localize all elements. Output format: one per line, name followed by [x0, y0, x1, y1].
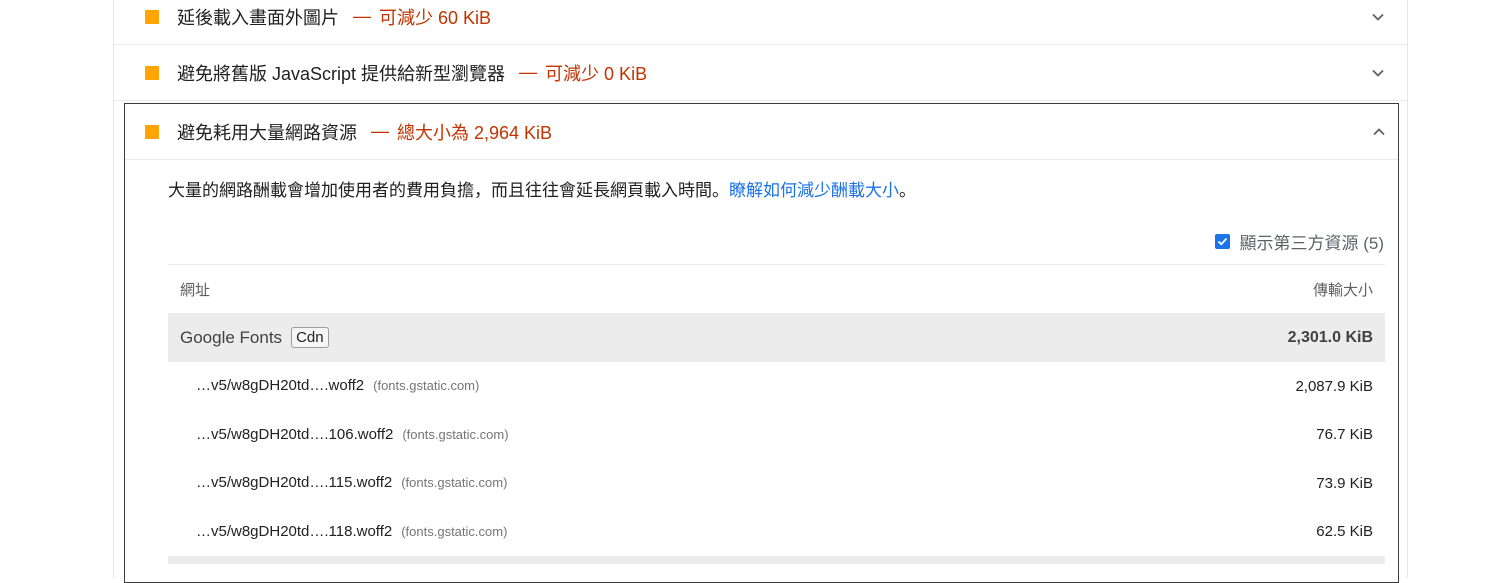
audit-description: 大量的網路酬載會增加使用者的費用負擔，而且往往會延長網頁載入時間。瞭解如何減少酬…	[168, 176, 916, 201]
column-url: 網址	[180, 281, 211, 299]
resource-host: (fonts.gstatic.com)	[402, 426, 509, 442]
resource-size: 73.9 KiB	[1316, 474, 1373, 492]
resource-url[interactable]: …v5/w8gDH20td….115.woff2	[196, 474, 392, 491]
entity-size: 2,301.0 KiB	[1287, 328, 1373, 346]
resource-size: 76.7 KiB	[1316, 426, 1373, 444]
resource-host: (fonts.gstatic.com)	[401, 523, 508, 539]
entity-group-row: Google Fonts Cdn 2,301.0 KiB	[168, 313, 1385, 362]
audit-header[interactable]: 避免耗用大量網路資源 — 總大小為 2,964 KiB	[125, 104, 1398, 160]
row-url-cell: …v5/w8gDH20td….115.woff2 (fonts.gstatic.c…	[196, 474, 507, 492]
row-url-cell: …v5/w8gDH20td….woff2 (fonts.gstatic.com)	[196, 377, 479, 395]
chevron-down-icon[interactable]	[1371, 10, 1385, 24]
table-row: …v5/w8gDH20td….woff2 (fonts.gstatic.com) …	[168, 362, 1385, 411]
next-group-row	[168, 556, 1385, 564]
checkbox-checked-icon[interactable]	[1214, 234, 1230, 249]
chevron-up-icon[interactable]	[1372, 125, 1386, 139]
row-url-cell: …v5/w8gDH20td….106.woff2 (fonts.gstatic.c…	[196, 426, 509, 444]
warning-square-icon	[145, 124, 159, 139]
entity-category-tag: Cdn	[291, 327, 329, 348]
description-end: 。	[899, 181, 916, 200]
resource-host: (fonts.gstatic.com)	[401, 475, 508, 491]
audit-offscreen-images[interactable]: 延後載入畫面外圖片 — 可減少 60 KiB	[114, 0, 1407, 45]
audit-separator: —	[519, 62, 538, 82]
row-url-cell: …v5/w8gDH20td….118.woff2 (fonts.gstatic.c…	[196, 523, 507, 541]
table-header: 網址 傳輸大小	[168, 265, 1385, 313]
audit-savings: 總大小為 2,964 KiB	[397, 122, 553, 143]
resource-host: (fonts.gstatic.com)	[373, 378, 480, 394]
audit-title: 避免將舊版 JavaScript 提供給新型瀏覽器	[177, 63, 506, 84]
audit-title: 避免耗用大量網路資源	[177, 122, 357, 143]
resource-size: 2,087.9 KiB	[1295, 377, 1373, 395]
audit-savings: 可減少 60 KiB	[379, 7, 492, 28]
learn-more-link[interactable]: 瞭解如何減少酬載大小	[729, 181, 899, 200]
entity-name: Google Fonts	[180, 327, 283, 347]
resource-url[interactable]: …v5/w8gDH20td….woff2	[196, 377, 364, 394]
audit-total-byte-weight: 避免耗用大量網路資源 — 總大小為 2,964 KiB 大量的網路酬載會增加使用…	[124, 103, 1399, 583]
table-row: …v5/w8gDH20td….106.woff2 (fonts.gstatic.c…	[168, 411, 1385, 460]
column-transfer-size: 傳輸大小	[1312, 281, 1373, 299]
chevron-down-icon[interactable]	[1371, 66, 1385, 80]
audit-separator: —	[371, 121, 389, 141]
warning-square-icon	[145, 65, 159, 80]
entity-name-wrap: Google Fonts Cdn	[180, 327, 329, 348]
audit-separator: —	[353, 6, 371, 26]
resource-table: 網址 傳輸大小 Google Fonts Cdn 2,301.0 KiB …v5…	[168, 264, 1385, 564]
description-text: 大量的網路酬載會增加使用者的費用負擔，而且往往會延長網頁載入時間。	[168, 181, 729, 200]
table-row: …v5/w8gDH20td….115.woff2 (fonts.gstatic.c…	[168, 459, 1385, 508]
audit-legacy-javascript[interactable]: 避免將舊版 JavaScript 提供給新型瀏覽器 — 可減少 0 KiB	[114, 45, 1407, 101]
resource-size: 62.5 KiB	[1316, 523, 1373, 541]
third-party-label: 顯示第三方資源 (5)	[1239, 234, 1385, 253]
audit-title: 延後載入畫面外圖片	[177, 7, 339, 28]
resource-url[interactable]: …v5/w8gDH20td….118.woff2	[196, 523, 392, 540]
audit-savings: 可減少 0 KiB	[545, 63, 648, 84]
resource-url[interactable]: …v5/w8gDH20td….106.woff2	[196, 426, 393, 443]
table-row: …v5/w8gDH20td….118.woff2 (fonts.gstatic.c…	[168, 508, 1385, 557]
third-party-filter[interactable]: 顯示第三方資源 (5)	[1214, 229, 1385, 254]
warning-square-icon	[145, 9, 159, 24]
